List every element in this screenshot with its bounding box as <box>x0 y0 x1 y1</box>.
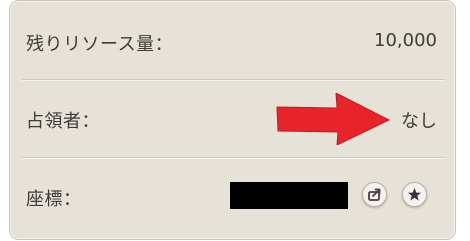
favorite-button[interactable] <box>402 182 427 207</box>
redacted-coordinates <box>230 182 348 209</box>
star-icon <box>408 188 421 201</box>
red-arrow-annotation <box>276 93 391 145</box>
resource-value: 10,000 <box>374 30 437 51</box>
coordinates-label: 座標： <box>26 189 82 210</box>
occupant-value: なし <box>401 111 437 132</box>
occupant-label: 占領者： <box>26 111 100 132</box>
resource-row: 残りリソース量： 10,000 <box>10 1 455 80</box>
share-icon <box>368 188 381 201</box>
share-button[interactable] <box>362 182 387 207</box>
resource-label: 残りリソース量： <box>26 34 174 55</box>
